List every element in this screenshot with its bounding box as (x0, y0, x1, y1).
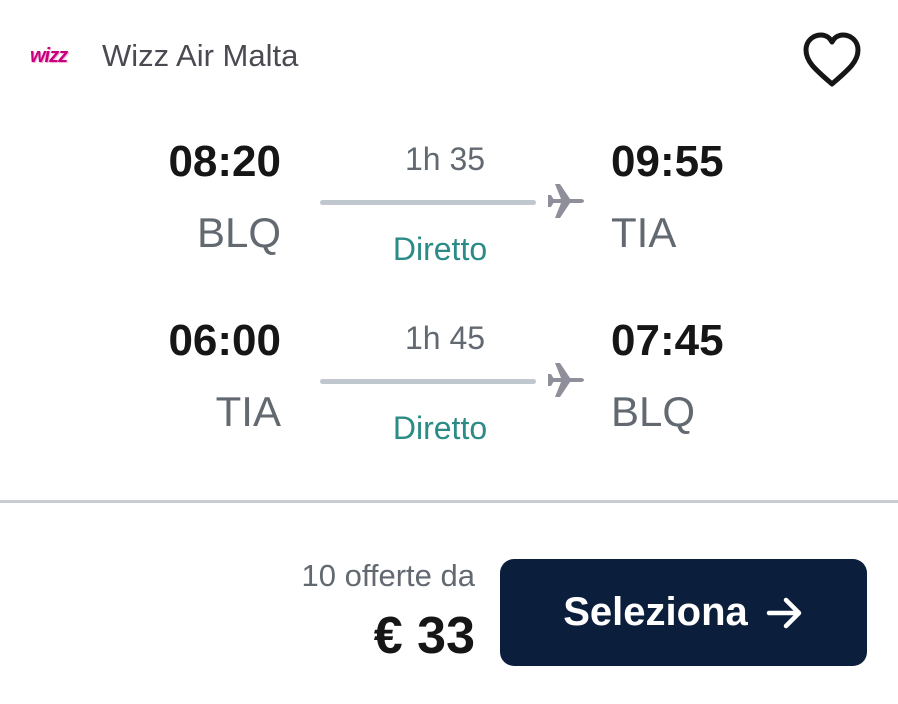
route-line (320, 200, 536, 205)
route-line (320, 379, 536, 384)
departure-time: 06:00 (168, 316, 281, 365)
airline-header: wizz Wizz Air Malta (30, 38, 298, 74)
stops-label: Diretto (392, 231, 488, 267)
airline-logo: wizz (30, 45, 68, 67)
flight-duration: 1h 45 (404, 320, 486, 356)
arrival-airport: TIA (611, 209, 677, 256)
departure-airport: TIA (215, 388, 281, 435)
price: € 33 (373, 607, 475, 665)
flight-leg-return: 06:00 TIA 1h 45 Diretto 07:45 BLQ (0, 316, 898, 446)
arrow-right-icon (766, 597, 801, 628)
offers-count: 10 offerte da (301, 558, 475, 593)
plane-icon (548, 184, 584, 218)
flight-duration: 1h 35 (404, 141, 486, 177)
arrival-airport: BLQ (611, 388, 696, 435)
airline-name: Wizz Air Malta (102, 38, 299, 73)
arrival-time: 09:55 (611, 137, 724, 186)
divider (0, 500, 898, 503)
arrival-time: 07:45 (611, 316, 724, 365)
stops-label: Diretto (392, 410, 488, 446)
plane-icon (548, 363, 584, 397)
select-button-label: Seleziona (563, 590, 748, 634)
departure-time: 08:20 (168, 137, 281, 186)
departure-airport: BLQ (196, 209, 281, 256)
select-button[interactable]: Seleziona (500, 559, 867, 666)
heart-icon (803, 32, 861, 87)
flight-leg-outbound: 08:20 BLQ 1h 35 Diretto 09:55 TIA (0, 137, 898, 267)
favorite-button[interactable] (800, 30, 864, 90)
